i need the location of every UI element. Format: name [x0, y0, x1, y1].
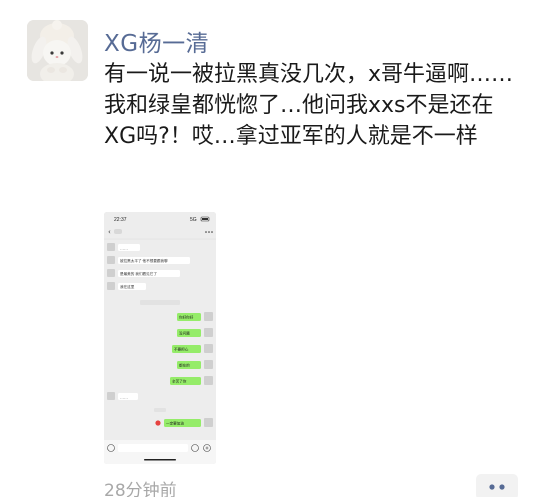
- screenshot-msg-9: 辛苦了你: [172, 379, 187, 384]
- screenshot-back-icon: ‹: [108, 228, 111, 236]
- screenshot-msg-5: 你好你好: [179, 315, 194, 320]
- screenshot-msg-1: ……: [120, 246, 128, 251]
- author-name[interactable]: XG杨一清: [104, 24, 209, 58]
- screenshot-msg-4: 我在这里: [120, 284, 135, 289]
- more-dots-icon: [489, 484, 505, 490]
- author-avatar[interactable]: [27, 20, 88, 81]
- post-image[interactable]: 22:37 5G ‹ …… 被拉黑太平了 他不想要跟我聊 是最美的 我们看见它了: [104, 212, 216, 464]
- post-text: 有一说一被拉黑真没几次，x哥牛逼啊……我和绿皇都恍惚了…他问我xxs不是还在XG…: [104, 62, 514, 149]
- screenshot-msg-7: 不要担心: [174, 347, 189, 352]
- moments-post: XG杨一清 有一说一被拉黑真没几次，x哥牛逼啊……我和绿皇都恍惚了…他问我xxs…: [0, 0, 550, 497]
- screenshot-msg-3: 是最美的 我们看见它了: [120, 271, 157, 276]
- bunny-avatar-image: [27, 20, 88, 81]
- screenshot-status-signal: 5G: [190, 217, 197, 223]
- screenshot-status-time: 22:37: [114, 217, 127, 223]
- screenshot-msg-8: 都在的: [179, 363, 190, 368]
- comment-more-button[interactable]: [476, 474, 518, 497]
- post-time: 28分钟前: [104, 481, 177, 497]
- screenshot-msg-11: 一定要加油: [166, 421, 184, 426]
- chat-screenshot: 22:37 5G ‹ …… 被拉黑太平了 他不想要跟我聊 是最美的 我们看见它了: [104, 212, 216, 464]
- screenshot-msg-2: 被拉黑太平了 他不想要跟我聊: [120, 258, 168, 263]
- screenshot-msg-6: 没问题: [179, 331, 190, 336]
- screenshot-msg-10: ……: [120, 395, 128, 400]
